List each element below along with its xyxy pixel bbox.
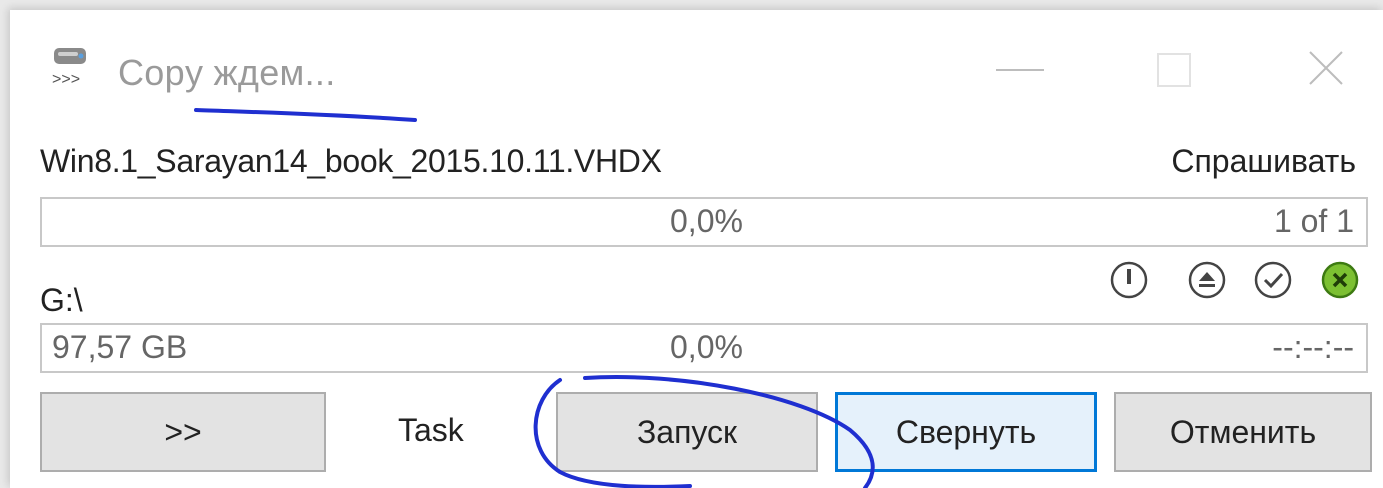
title-bar: >>> Copy ждем...	[10, 10, 1383, 122]
copy-dialog: >>> Copy ждем... Win8.1_Sarayan14_book_2…	[10, 10, 1383, 488]
overwrite-mode[interactable]: Спрашивать	[1171, 143, 1356, 180]
eject-circle-icon[interactable]	[1187, 260, 1227, 300]
destination-drive: G:\	[40, 282, 83, 318]
total-progress-percent: 0,0%	[670, 329, 743, 365]
remaining-time: --:--:--	[1272, 329, 1354, 365]
file-progress-bar: 0,0% 1 of 1	[40, 197, 1368, 247]
pause-circle-icon[interactable]	[1109, 260, 1149, 300]
more-button[interactable]: >>	[40, 392, 326, 472]
file-name: Win8.1_Sarayan14_book_2015.10.11.VHDX	[40, 143, 662, 179]
close-icon[interactable]	[1296, 40, 1356, 100]
file-counter: 1 of 1	[1273, 203, 1354, 239]
cancel-button[interactable]: Отменить	[1114, 392, 1372, 472]
drive-copy-icon: >>>	[52, 48, 86, 88]
start-button[interactable]: Запуск	[556, 392, 818, 472]
minimize-button[interactable]: Свернуть	[835, 392, 1097, 472]
total-size: 97,57 GB	[52, 329, 188, 365]
maximize-icon[interactable]	[1144, 40, 1204, 100]
task-label: Task	[398, 412, 464, 448]
minimize-icon[interactable]	[990, 40, 1050, 100]
total-progress-bar: 97,57 GB 0,0% --:--:--	[40, 323, 1368, 373]
cancel-circle-icon[interactable]	[1320, 260, 1360, 300]
window-title: Copy ждем...	[118, 52, 336, 93]
svg-text:>>>: >>>	[52, 71, 80, 88]
file-progress-percent: 0,0%	[670, 203, 743, 239]
check-circle-icon[interactable]	[1253, 260, 1293, 300]
